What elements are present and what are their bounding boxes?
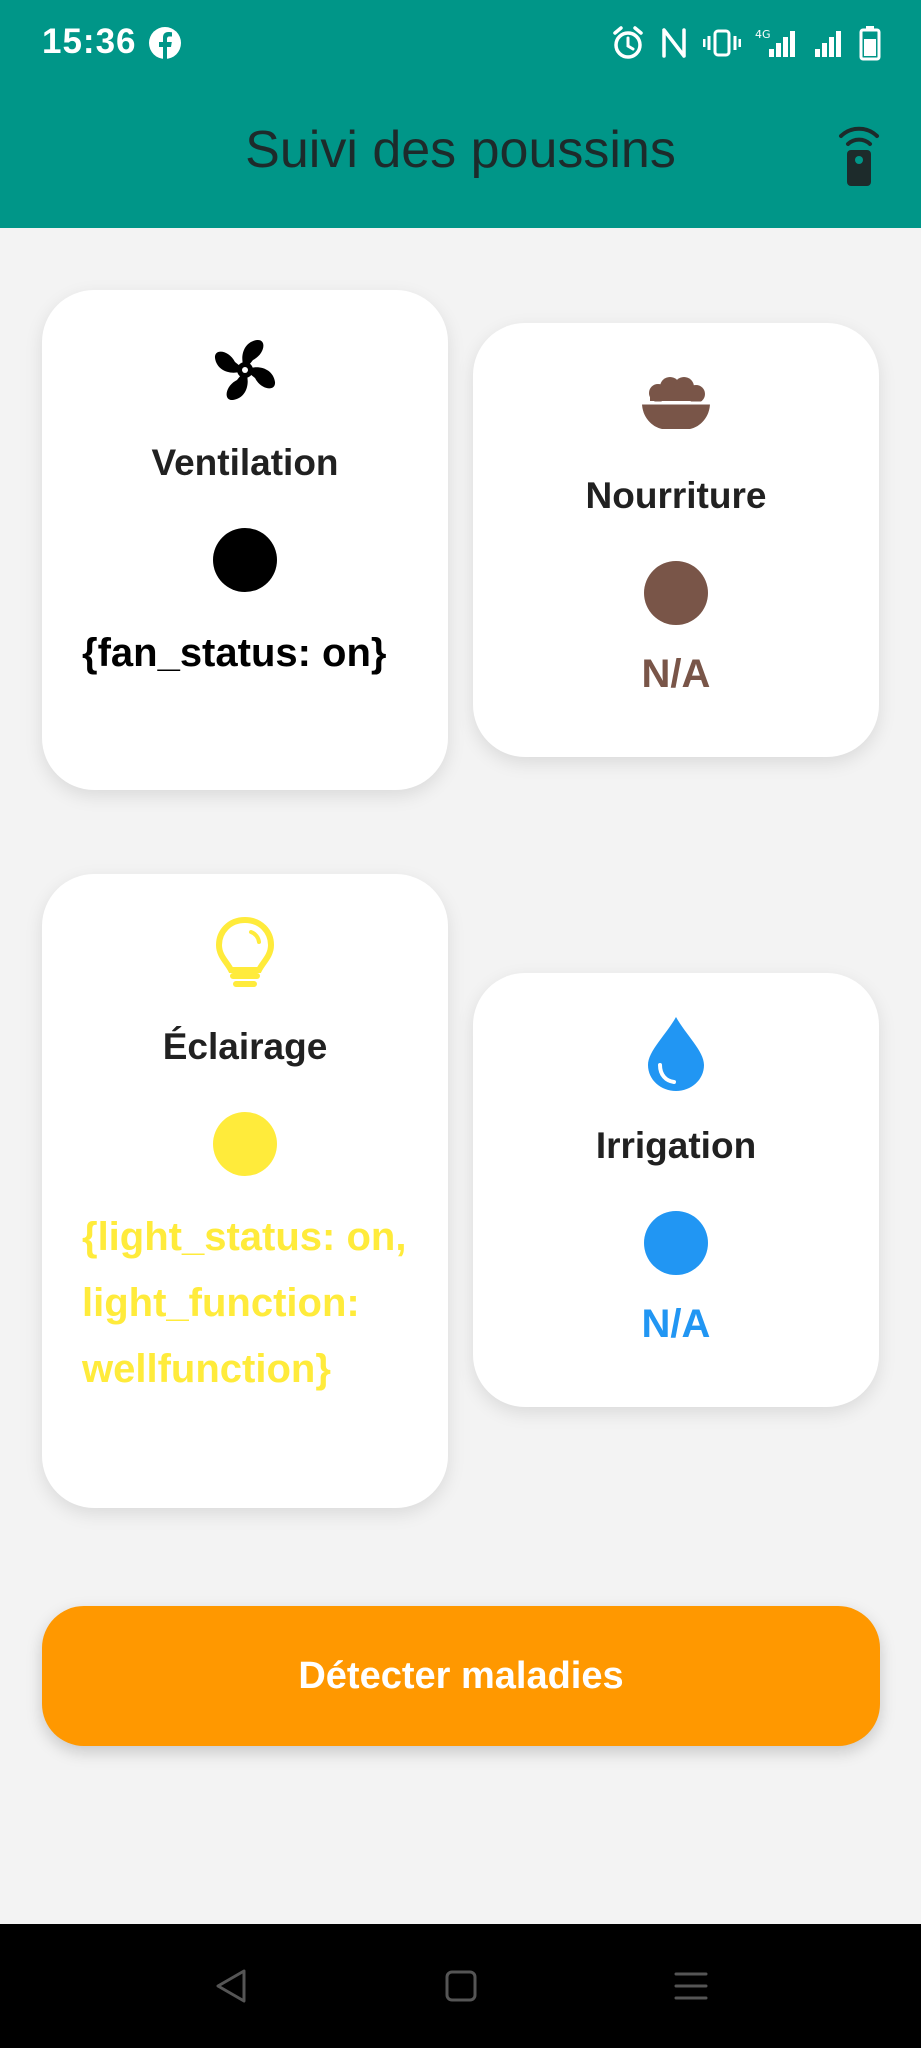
lightbulb-icon: [215, 916, 275, 987]
eclairage-value: {light_status: on, light_function: wellf…: [82, 1215, 407, 1391]
irrigation-value: N/A: [641, 1302, 711, 1346]
status-bar: 15:36 4G: [0, 0, 921, 86]
facebook-icon: [149, 27, 181, 60]
network-label: 4G: [755, 28, 771, 41]
back-icon[interactable]: [214, 1968, 248, 2004]
app-bar: 15:36 4G Suivi des poussins: [0, 0, 921, 228]
nourriture-value: N/A: [641, 652, 711, 696]
ventilation-value: {fan_status: on}: [82, 631, 387, 675]
battery-icon: [859, 26, 881, 61]
remote-icon[interactable]: [835, 122, 883, 188]
ventilation-label: Ventilation: [151, 442, 339, 483]
eclairage-label: Éclairage: [162, 1026, 328, 1067]
signal-icon: [815, 31, 841, 57]
detect-diseases-button[interactable]: Détecter maladies: [42, 1606, 880, 1746]
nourriture-card[interactable]: Nourriture N/A: [473, 323, 879, 757]
status-icons: 4G: [611, 24, 881, 62]
nourriture-label: Nourriture: [585, 475, 767, 516]
ventilation-card[interactable]: Ventilation {fan_status: on}: [42, 290, 448, 790]
food-bowl-icon: [642, 377, 710, 429]
nourriture-status-dot: [644, 561, 708, 625]
status-time: 15:36: [42, 22, 137, 61]
eclairage-card[interactable]: Éclairage {light_status: on, light_funct…: [42, 874, 448, 1508]
irrigation-status-dot: [644, 1211, 708, 1275]
irrigation-card[interactable]: Irrigation N/A: [473, 973, 879, 1407]
vibrate-icon: [703, 29, 741, 57]
irrigation-label: Irrigation: [595, 1125, 757, 1166]
fan-icon: [214, 339, 276, 401]
ventilation-status-dot: [213, 528, 277, 592]
alarm-icon: [613, 26, 643, 59]
menu-icon[interactable]: [672, 1968, 710, 2004]
nfc-icon: [662, 28, 686, 58]
page-title: Suivi des poussins: [245, 121, 676, 179]
navigation-bar: [0, 1924, 921, 2048]
home-icon[interactable]: [444, 1968, 478, 2004]
eclairage-status-dot: [213, 1112, 277, 1176]
signal-4g-icon: 4G: [755, 28, 795, 57]
water-drop-icon: [648, 1017, 704, 1091]
